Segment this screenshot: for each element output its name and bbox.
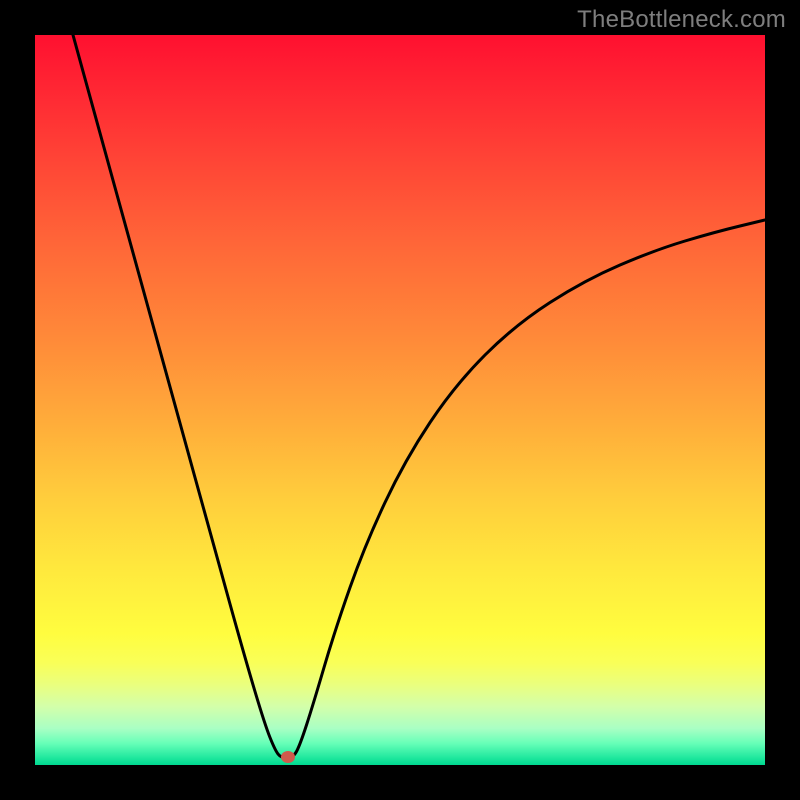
bottleneck-marker	[281, 751, 295, 763]
bottleneck-curve	[35, 35, 765, 765]
chart-frame: TheBottleneck.com	[0, 0, 800, 800]
plot-area	[35, 35, 765, 765]
watermark-text: TheBottleneck.com	[577, 6, 786, 34]
